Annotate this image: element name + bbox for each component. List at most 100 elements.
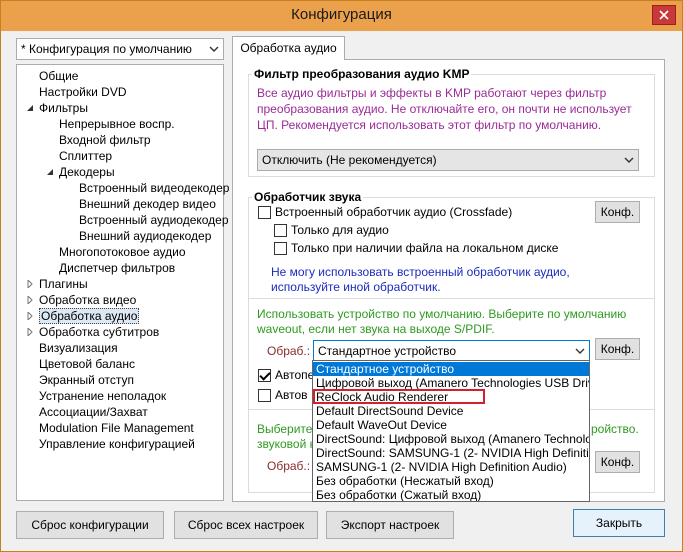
tree-item-label: Цветовой баланс	[39, 357, 135, 371]
tree-item-label: Фильтры	[39, 101, 88, 115]
dropdown-item[interactable]: Без обработки (Несжатый вход)	[313, 474, 589, 488]
device-dropdown-list[interactable]: Стандартное устройство Цифровой выход (Am…	[312, 360, 590, 502]
chevron-down-icon	[209, 46, 219, 52]
tree-item-label: Общие	[39, 69, 79, 83]
local-only-label: Только при наличии файла на локальном ди…	[291, 241, 559, 255]
tree-item-label: Экранный отступ	[39, 373, 135, 387]
button-label: Конф.	[600, 342, 635, 356]
tree-item-label: Многопотоковое аудио	[59, 245, 186, 259]
tree-item[interactable]: Непрерывное воспр.	[59, 116, 175, 132]
tree-item[interactable]: Плагины	[27, 276, 88, 292]
button-label: Конф.	[600, 455, 635, 469]
dropdown-item[interactable]: Default DirectSound Device	[313, 404, 589, 418]
tree-item-label: Modulation File Management	[39, 421, 194, 435]
device-hint-2: waveout, если нет звука на выходе S/PDIF…	[257, 322, 495, 336]
close-button[interactable]: Закрыть	[573, 509, 665, 537]
device-combo[interactable]: Стандартное устройство	[313, 340, 590, 362]
audio-only-checkbox[interactable]	[274, 224, 287, 237]
tree-item[interactable]: Встроенный видеодекодер	[79, 180, 229, 196]
profile-combo[interactable]: * Конфигурация по умолчанию	[16, 38, 224, 60]
dropdown-item[interactable]: Без обработки (Сжатый вход)	[313, 488, 589, 501]
expanded-triangle-icon[interactable]	[46, 168, 54, 176]
collapsed-triangle-icon[interactable]	[26, 296, 34, 304]
reset-all-button[interactable]: Сброс всех настроек	[174, 511, 318, 539]
builtin-handler-label: Встроенный обработчик аудио (Crossfade)	[275, 205, 513, 219]
handler-warning-2: используйте иной обработчик.	[271, 280, 441, 294]
auto-label-2: Автов	[275, 388, 308, 402]
tree-item[interactable]: Входной фильтр	[59, 132, 151, 148]
auto-checkbox-1[interactable]	[258, 369, 271, 382]
highlight-box	[313, 389, 485, 404]
tree-item-label: Управление конфигурацией	[39, 437, 195, 451]
filter-desc-3: ЦП. Рекомендуется использовать этот филь…	[257, 118, 602, 132]
button-label: Закрыть	[595, 516, 643, 530]
device-label: Обраб.:	[267, 344, 311, 358]
tree-item-label: Диспетчер фильтров	[59, 261, 176, 275]
tree-item[interactable]: Фильтры	[27, 100, 88, 116]
tree-item-label: Обработка видео	[39, 293, 137, 307]
local-only-checkbox[interactable]	[274, 242, 287, 255]
tree-item[interactable]: Сплиттер	[59, 148, 112, 164]
title-bar[interactable]: Конфигурация	[1, 1, 682, 31]
tree-item-label: Встроенный аудиодекодер	[79, 213, 229, 227]
tree-item-label: Обработка аудио	[39, 308, 140, 324]
dropdown-item[interactable]: Default WaveOut Device	[313, 418, 589, 432]
collapsed-triangle-icon[interactable]	[26, 328, 34, 336]
tree-item-label: Обработка субтитров	[39, 325, 160, 339]
dropdown-item[interactable]: DirectSound: SAMSUNG-1 (2- NVIDIA High D…	[313, 446, 589, 460]
tree-item[interactable]: Внешний аудиодекодер	[79, 228, 211, 244]
builtin-handler-checkbox[interactable]	[258, 206, 271, 219]
tab-label: Обработка аудио	[240, 41, 337, 55]
tree-item[interactable]: Управление конфигурацией	[39, 436, 195, 452]
tree-item[interactable]: Визуализация	[39, 340, 118, 356]
filter-combo[interactable]: Отключить (Не рекомендуется)	[257, 149, 639, 171]
bottom-hint-1-right: ройство.	[591, 422, 639, 436]
tree-item-label: Устранение неполадок	[39, 389, 167, 403]
tree-item[interactable]: Декодеры	[47, 164, 115, 180]
collapsed-triangle-icon[interactable]	[26, 312, 34, 320]
tree-item-label: Плагины	[39, 277, 88, 291]
close-window-button[interactable]	[652, 5, 676, 25]
tree-item-label: Визуализация	[39, 341, 118, 355]
bottom-conf-button[interactable]: Конф.	[595, 451, 640, 473]
profile-combo-value: * Конфигурация по умолчанию	[21, 42, 192, 56]
tree-item[interactable]: Диспетчер фильтров	[59, 260, 175, 276]
tree-item[interactable]: Ассоциации/Захват	[39, 404, 148, 420]
button-label: Экспорт настроек	[340, 518, 440, 532]
bottom-hint-2-left: звуковой к	[257, 437, 315, 451]
expanded-triangle-icon[interactable]	[26, 104, 34, 112]
reset-config-button[interactable]: Сброс конфигурации	[16, 511, 164, 539]
tree-item-label: Внешний аудиодекодер	[79, 229, 212, 243]
filter-group-title: Фильтр преобразования аудио KMP	[252, 67, 472, 81]
chevron-down-icon	[624, 157, 634, 163]
tree-item[interactable]: Настройки DVD	[39, 84, 127, 100]
button-label: Сброс всех настроек	[187, 518, 305, 532]
device-hint-1: Использовать устройство по умолчанию. Вы…	[257, 307, 627, 321]
auto-checkbox-2[interactable]	[258, 389, 271, 402]
tree-item[interactable]: Обработка видео	[27, 292, 137, 308]
tree-item[interactable]: Modulation File Management	[39, 420, 194, 436]
tree-item-label: Встроенный видеодекодер	[79, 181, 230, 195]
button-label: Конф.	[600, 205, 635, 219]
builtin-conf-button[interactable]: Конф.	[595, 201, 640, 223]
dropdown-item[interactable]: Цифровой выход (Amanero Technologies USB…	[313, 376, 589, 390]
tree-item[interactable]: Цветовой баланс	[39, 356, 135, 372]
dropdown-item[interactable]: DirectSound: Цифровой выход (Amanero Tec…	[313, 432, 589, 446]
separator	[248, 298, 655, 299]
tree-item[interactable]: Многопотоковое аудио	[59, 244, 186, 260]
tree-item[interactable]: Внешний декодер видео	[79, 196, 216, 212]
dropdown-item[interactable]: SAMSUNG-1 (2- NVIDIA High Definition Aud…	[313, 460, 589, 474]
tree-item[interactable]: Обработка аудио	[27, 308, 140, 324]
tab-audio-processing[interactable]: Обработка аудио	[232, 36, 345, 60]
tree-item[interactable]: Встроенный аудиодекодер	[79, 212, 229, 228]
audio-only-label: Только для аудио	[291, 223, 389, 237]
tree-item[interactable]: Экранный отступ	[39, 372, 134, 388]
device-conf-button[interactable]: Конф.	[595, 338, 640, 360]
collapsed-triangle-icon[interactable]	[26, 280, 34, 288]
export-button[interactable]: Экспорт настроек	[326, 511, 454, 539]
tree-item[interactable]: Устранение неполадок	[39, 388, 166, 404]
dropdown-item[interactable]: Стандартное устройство	[313, 362, 589, 376]
tree-item[interactable]: Общие	[39, 68, 78, 84]
settings-tree[interactable]: Общие Настройки DVD Фильтры Непрерывное вос…	[16, 64, 229, 501]
tree-item[interactable]: Обработка субтитров	[27, 324, 160, 340]
